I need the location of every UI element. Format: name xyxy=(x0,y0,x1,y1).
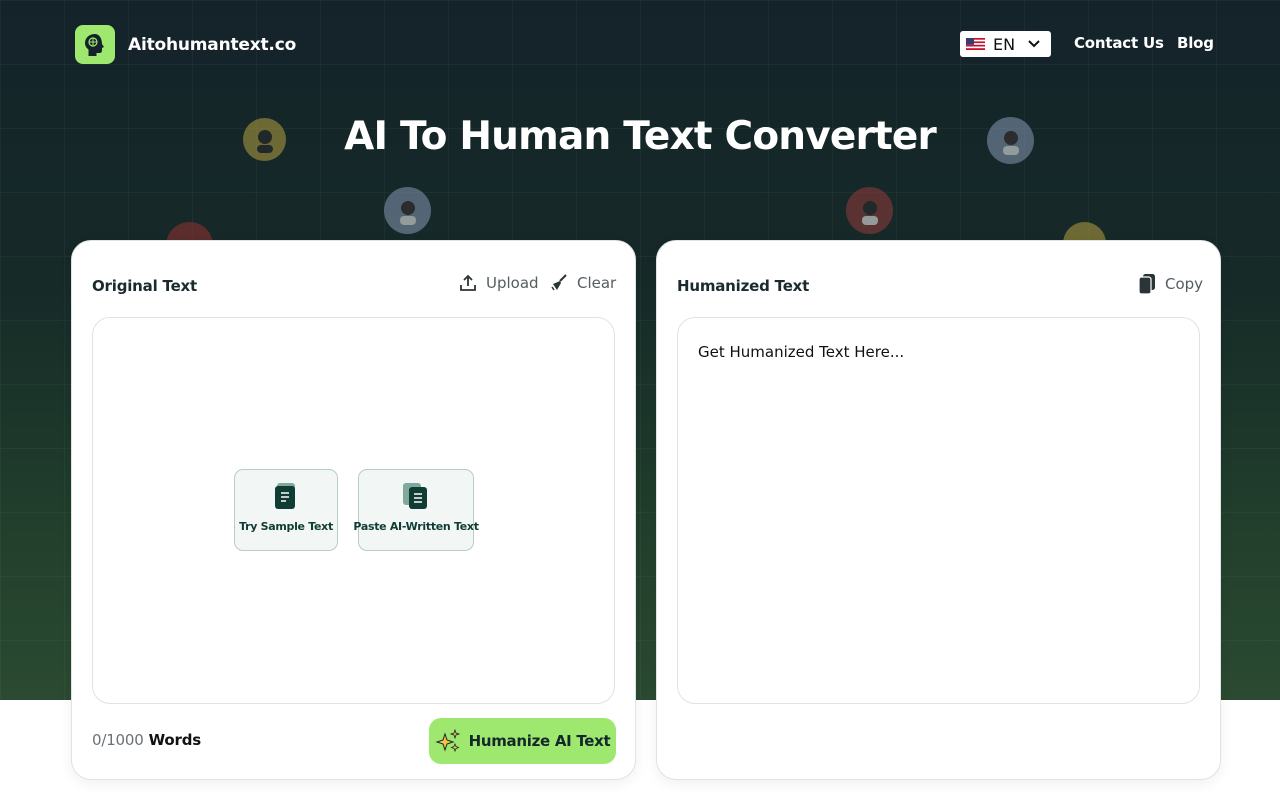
upload-label: Upload xyxy=(486,274,539,292)
humanized-text-output[interactable]: Get Humanized Text Here... xyxy=(677,317,1200,704)
broom-icon xyxy=(551,274,567,291)
copy-button[interactable]: Copy xyxy=(1137,273,1203,295)
paste-ai-text-label: Paste AI-Written Text xyxy=(353,520,479,533)
word-counter: 0/1000 Words xyxy=(92,731,201,749)
brand-logo-link[interactable]: Aitohumantext.co xyxy=(75,25,296,64)
humanize-button[interactable]: Humanize AI Text xyxy=(429,718,616,764)
document-icon xyxy=(403,483,427,509)
clear-label: Clear xyxy=(577,274,617,292)
person-avatar-icon xyxy=(384,187,431,234)
upload-icon xyxy=(460,274,476,291)
sparkles-icon xyxy=(435,728,460,753)
brand-name: Aitohumantext.co xyxy=(128,34,297,55)
us-flag-icon xyxy=(966,38,985,50)
original-text-panel: Original Text Upload Clear Try Sample Te… xyxy=(71,240,636,780)
humanized-text-panel: Humanized Text Copy Get Humanized Text H… xyxy=(656,240,1221,780)
language-code: EN xyxy=(993,34,1016,54)
word-count-unit: Words xyxy=(148,731,202,749)
try-sample-text-button[interactable]: Try Sample Text xyxy=(234,469,338,551)
clear-button[interactable]: Clear xyxy=(549,273,616,293)
language-select[interactable]: EN xyxy=(960,31,1051,57)
copy-label: Copy xyxy=(1165,275,1204,293)
page-title: AI To Human Text Converter xyxy=(344,114,937,159)
try-sample-text-label: Try Sample Text xyxy=(239,520,333,533)
person-avatar-icon xyxy=(846,187,893,234)
original-text-title: Original Text xyxy=(92,277,197,295)
paste-ai-text-button[interactable]: Paste AI-Written Text xyxy=(353,469,479,551)
original-text-input[interactable]: Try Sample Text Paste AI-Written Text xyxy=(92,317,615,704)
document-icon xyxy=(275,483,295,509)
chevron-down-icon xyxy=(1028,40,1040,48)
nav-blog[interactable]: Blog xyxy=(1177,34,1214,52)
copy-icon xyxy=(1138,274,1155,295)
humanize-label: Humanize AI Text xyxy=(468,732,611,750)
humanized-text-title: Humanized Text xyxy=(677,277,810,295)
word-count-value: 0/1000 xyxy=(92,731,144,749)
brain-logo-icon xyxy=(75,25,115,64)
humanized-placeholder: Get Humanized Text Here... xyxy=(698,343,905,361)
upload-button[interactable]: Upload xyxy=(458,273,539,293)
nav-contact-us[interactable]: Contact Us xyxy=(1074,34,1164,52)
